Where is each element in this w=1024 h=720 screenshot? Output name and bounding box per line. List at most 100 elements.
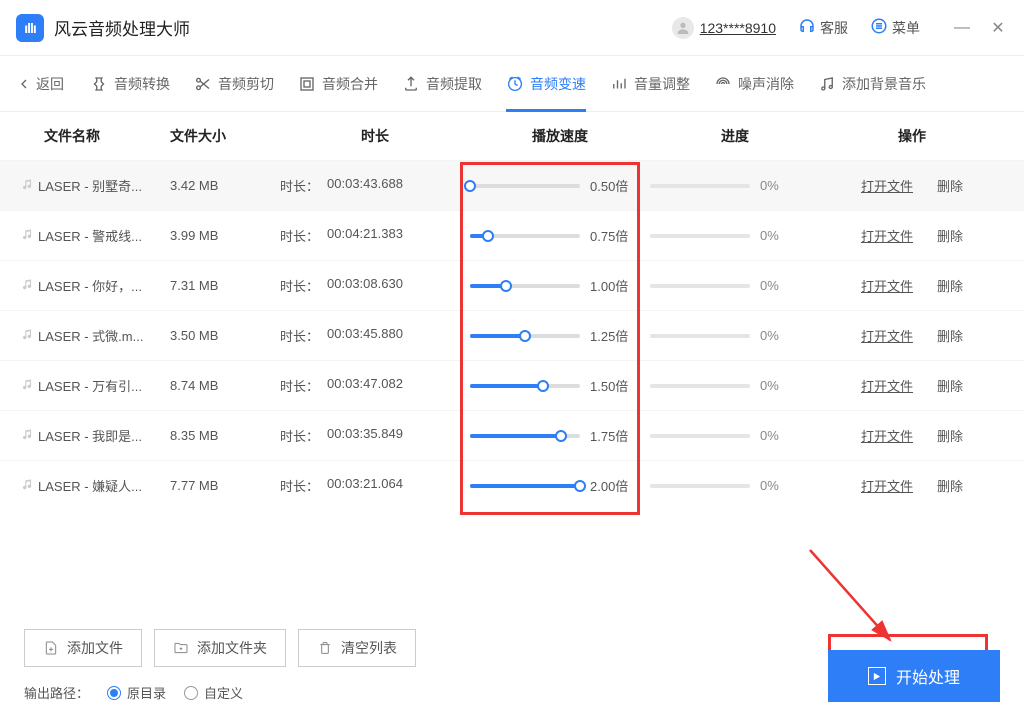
speed-value: 1.25倍 [590, 326, 640, 345]
speed-slider[interactable] [470, 284, 580, 288]
open-file-link[interactable]: 打开文件 [861, 326, 913, 345]
table-row[interactable]: LASER - 式微.m...3.50 MB时长：00:03:45.8801.2… [0, 310, 1024, 360]
delete-link[interactable]: 删除 [937, 176, 963, 195]
close-button[interactable]: ✕ [988, 18, 1008, 38]
table-row[interactable]: LASER - 警戒线... 3.99 MB时长： 00:04:21.383 0.75… [0, 210, 1024, 260]
table-row[interactable]: LASER - 别墅奇...3.42 MB时长：00:03:43.6880.50… [0, 160, 1024, 210]
tab-0[interactable]: 音频转换 [80, 56, 180, 112]
speed-slider[interactable] [470, 334, 580, 338]
clear-list-button[interactable]: 清空列表 [298, 629, 416, 667]
speed-slider[interactable] [470, 384, 580, 388]
support-link[interactable]: 客服 [798, 17, 848, 38]
music-note-icon [20, 327, 34, 344]
add-file-button[interactable]: 添加文件 [24, 629, 142, 667]
add-folder-button[interactable]: 添加文件夹 [154, 629, 286, 667]
music-note-icon [20, 427, 34, 444]
tab-4[interactable]: 音频变速 [496, 56, 596, 112]
radio-original-dir[interactable]: 原目录 [107, 683, 166, 702]
radio-original-label: 原目录 [127, 683, 166, 702]
delete-link[interactable]: 删除 [937, 326, 963, 345]
file-size: 7.77 MB [170, 478, 280, 493]
delete-link[interactable]: 删除 [937, 376, 963, 395]
progress-value: 0% [760, 278, 779, 293]
duration-value: 00:03:45.880 [327, 326, 403, 345]
tab-3[interactable]: 音频提取 [392, 56, 492, 112]
tab-6[interactable]: 噪声消除 [704, 56, 804, 112]
file-name: LASER - 警戒线... [38, 226, 142, 245]
progress-value: 0% [760, 228, 779, 243]
speed-slider[interactable] [470, 184, 580, 188]
start-label: 开始处理 [896, 664, 960, 688]
tab-icon-1 [194, 75, 212, 93]
tab-label: 噪声消除 [738, 74, 794, 94]
speed-value: 0.50倍 [590, 176, 640, 195]
duration-label: 时长： [280, 376, 319, 395]
output-label: 输出路径： [24, 683, 89, 702]
radio-custom-label: 自定义 [204, 683, 243, 702]
tab-icon-3 [402, 75, 420, 93]
tab-label: 音频提取 [426, 74, 482, 94]
duration-value: 00:03:21.064 [327, 476, 403, 495]
speed-slider[interactable] [470, 484, 580, 488]
col-action: 操作 [820, 126, 1004, 146]
tab-icon-2 [298, 75, 316, 93]
table-row[interactable]: LASER - 嫌疑人...7.77 MB时长：00:03:21.0642.00… [0, 460, 1024, 510]
back-label: 返回 [36, 74, 64, 94]
table-row[interactable]: LASER - 我即是...8.35 MB时长：00:03:35.8491.75… [0, 410, 1024, 460]
delete-link[interactable]: 删除 [937, 476, 963, 495]
play-icon [868, 667, 886, 685]
tab-7[interactable]: 添加背景音乐 [808, 56, 936, 112]
open-file-link[interactable]: 打开文件 [861, 376, 913, 395]
speed-value: 0.75倍 [590, 226, 640, 245]
tab-5[interactable]: 音量调整 [600, 56, 700, 112]
duration-value: 00:03:08.630 [327, 276, 403, 295]
app-logo-icon: ıllı [16, 14, 44, 42]
table-row[interactable]: LASER - 你好，...7.31 MB时长：00:03:08.6301.00… [0, 260, 1024, 310]
progress-value: 0% [760, 328, 779, 343]
open-file-link[interactable]: 打开文件 [861, 426, 913, 445]
minimize-button[interactable]: — [952, 18, 972, 38]
start-process-button[interactable]: 开始处理 [828, 650, 1000, 702]
bottom-panel: 添加文件 添加文件夹 清空列表 输出路径： 原目录 自定义 开始处理 [0, 609, 1024, 720]
radio-custom-dir[interactable]: 自定义 [184, 683, 243, 702]
delete-link[interactable]: 删除 [937, 226, 963, 245]
speed-value: 1.50倍 [590, 376, 640, 395]
delete-link[interactable]: 删除 [937, 276, 963, 295]
table-row[interactable]: LASER - 万有引...8.74 MB时长：00:03:47.0821.50… [0, 360, 1024, 410]
delete-link[interactable]: 删除 [937, 426, 963, 445]
menu-link[interactable]: 菜单 [870, 17, 920, 38]
file-size: 3.99 MB [170, 228, 280, 243]
radio-dot-off-icon [184, 686, 198, 700]
speed-value: 1.75倍 [590, 426, 640, 445]
avatar-icon [672, 17, 694, 39]
open-file-link[interactable]: 打开文件 [861, 176, 913, 195]
progress-value: 0% [760, 178, 779, 193]
tab-label: 音频合并 [322, 74, 378, 94]
tab-icon-5 [610, 75, 628, 93]
col-size: 文件大小 [170, 126, 280, 146]
file-name: LASER - 你好，... [38, 276, 142, 295]
duration-label: 时长： [280, 226, 319, 245]
tab-label: 音频转换 [114, 74, 170, 94]
open-file-link[interactable]: 打开文件 [861, 226, 913, 245]
progress-bar [650, 184, 750, 188]
music-note-icon [20, 277, 34, 294]
radio-dot-on-icon [107, 686, 121, 700]
speed-slider[interactable] [470, 434, 580, 438]
progress-value: 0% [760, 478, 779, 493]
user-name-link[interactable]: 123****8910 [700, 20, 776, 36]
col-speed: 播放速度 [470, 126, 650, 146]
back-button[interactable]: 返回 [16, 74, 64, 94]
progress-bar [650, 484, 750, 488]
tab-2[interactable]: 音频合并 [288, 56, 388, 112]
tab-label: 添加背景音乐 [842, 74, 926, 94]
tab-1[interactable]: 音频剪切 [184, 56, 284, 112]
file-name: LASER - 式微.m... [38, 326, 143, 345]
open-file-link[interactable]: 打开文件 [861, 476, 913, 495]
open-file-link[interactable]: 打开文件 [861, 276, 913, 295]
speed-slider[interactable] [470, 234, 580, 238]
duration-value: 00:04:21.383 [327, 226, 403, 245]
add-folder-label: 添加文件夹 [197, 638, 267, 658]
speed-value: 1.00倍 [590, 276, 640, 295]
tab-label: 音频剪切 [218, 74, 274, 94]
